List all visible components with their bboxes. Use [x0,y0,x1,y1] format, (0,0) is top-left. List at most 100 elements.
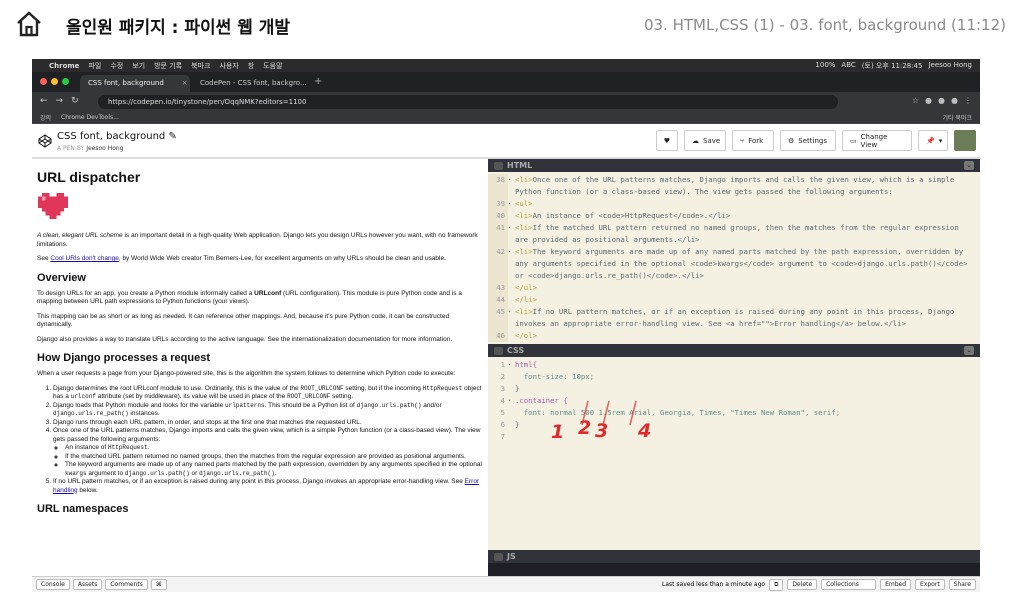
editor-label: CSS [507,346,525,355]
fold-icon [508,407,515,419]
fold-icon: ▾ [508,249,512,255]
fold-icon: ▾ [508,201,512,207]
cloud-icon: ☁ [692,136,699,145]
text: or [189,469,200,477]
extension-icon[interactable]: ● [925,96,932,105]
assets-button[interactable]: Assets [72,579,103,590]
other-bookmarks[interactable]: 기타 북마크 [942,113,980,122]
external-link-icon[interactable]: ⧉ [769,578,784,591]
code-content: An instance of <code>HttpRequest</code>.… [532,211,731,220]
settings-button[interactable]: ⚙ Settings [780,130,836,151]
embed-button[interactable]: Embed [880,579,912,590]
extension-icon[interactable]: ● [951,96,958,105]
pin-icon: 📌 [926,136,935,145]
urlconf-term: URLconf [254,289,282,297]
code-line: 42 ▾ <li>The keyword arguments are made u… [488,246,980,282]
fold-icon [508,383,515,395]
menu-window[interactable]: 창 [248,61,254,71]
code-tag: <li> [515,223,533,232]
how-paragraph: When a user requests a page from your Dj… [37,370,456,377]
user-name[interactable]: Jeesoo Hong [928,61,972,71]
input-source[interactable]: ABC [841,61,855,71]
cool-uris-link[interactable]: Cool URIs don't change [50,255,118,262]
collections-select[interactable]: Collections [821,579,877,590]
line-number: 1 [500,360,505,369]
menu-history[interactable]: 방문 기록 [154,61,182,71]
code-tag: </li> [515,295,537,304]
author-name[interactable]: Jeesoo Hong [86,145,123,152]
list-item: Django runs through each URL pattern, in… [53,419,483,428]
new-tab-icon[interactable]: + [314,76,322,87]
chevron-down-icon[interactable]: ⌄ [964,161,974,170]
reload-icon[interactable]: ↻ [71,96,79,106]
comments-button[interactable]: Comments [105,579,148,590]
gear-icon: ⚙ [788,136,795,145]
intro-emphasis: A clean, elegant URL scheme [37,232,123,239]
text: attribute (set by middleware), its value… [95,393,288,400]
heart-button[interactable]: ♥ [655,130,678,151]
gear-icon[interactable] [494,346,503,355]
delete-button[interactable]: Delete [787,579,818,590]
code-content: If no URL pattern matches, or if an exce… [515,307,955,328]
text: and/or [421,401,442,409]
close-window-icon[interactable] [40,78,47,85]
css-code-editor[interactable]: 1 ▾ html{2 font-size: 10px; 3} 4 ▾ .container … [488,357,980,550]
export-button[interactable]: Export [915,579,945,590]
codepen-logo-icon[interactable] [38,134,52,148]
code: urlconf [70,393,96,400]
forward-icon[interactable]: → [56,96,64,106]
menu-people[interactable]: 사용자 [219,61,238,71]
fold-icon [508,419,515,431]
close-tab-icon[interactable]: × [182,79,188,87]
minimize-window-icon[interactable] [51,78,58,85]
js-editor-header[interactable]: JS [488,550,980,563]
maximize-window-icon[interactable] [62,78,69,85]
html-code-editor[interactable]: 38 ▾ <li>Once one of the URL patterns mat… [488,172,980,344]
back-icon[interactable]: ← [40,96,48,106]
code-line: 46 </ol> [488,330,980,342]
code-tag: <li> [515,211,533,220]
html-editor-header[interactable]: HTML ⌄ [488,159,980,172]
pen-author: A PEN BY Jeesoo Hong [57,145,124,152]
bookmarks-bar: 강의 Chrome DevTools... 기타 북마크 [32,112,980,124]
url-input[interactable]: https://codepen.io/tinystone/pen/OqqNMK?… [98,95,838,109]
bookmark-item[interactable]: Chrome DevTools... [61,114,119,121]
home-icon[interactable] [14,9,44,39]
menu-file[interactable]: 파일 [88,61,101,71]
tab-active[interactable]: CSS font, background × [80,75,190,92]
menu-bookmarks[interactable]: 북마크 [191,61,210,71]
change-view-button[interactable]: ▭ Change View [842,130,912,151]
fork-button[interactable]: ⑂ Fork [732,130,774,151]
namespaces-heading: URL namespaces [37,503,129,515]
extension-icon[interactable]: ● [938,96,945,105]
console-button[interactable]: Console [36,579,70,590]
code: django.urls.re_path() [199,469,275,477]
code-line: 45 ▾ <li>If no URL pattern matches, or if… [488,306,980,330]
avatar[interactable] [954,130,976,151]
gear-icon[interactable] [494,161,503,170]
keyboard-shortcuts-button[interactable]: ⌘ [150,579,167,590]
pen-title[interactable]: CSS font, background ✎ [57,131,177,142]
css-editor-header[interactable]: CSS ⌄ [488,344,980,357]
pin-button[interactable]: 📌 ▾ [918,130,948,151]
line-number: 3 [500,384,505,393]
edit-pencil-icon[interactable]: ✎ [168,131,176,142]
menu-kebab-icon[interactable]: ⋮ [964,96,972,105]
bookmark-star-icon[interactable]: ☆ [912,96,919,105]
share-button[interactable]: Share [948,579,976,590]
gear-icon[interactable] [494,552,503,561]
menu-edit[interactable]: 수정 [110,61,123,71]
tab-codepen[interactable]: CodePen - CSS font, backgro... [192,75,310,92]
fold-icon [508,294,515,306]
annotation-strokes [581,400,637,426]
fold-icon [508,371,515,383]
menu-app-name[interactable]: Chrome [49,62,79,70]
intro-paragraph: A clean, elegant URL scheme is an import… [37,232,483,249]
bookmark-item[interactable]: 강의 [40,113,51,122]
save-button[interactable]: ☁ Save [684,130,726,151]
chevron-down-icon[interactable]: ⌄ [964,346,974,355]
code-text: <li>The keyword arguments are made up of… [515,246,980,282]
code-text: } [515,420,520,429]
menu-help[interactable]: 도움말 [263,61,282,71]
menu-view[interactable]: 보기 [132,61,145,71]
